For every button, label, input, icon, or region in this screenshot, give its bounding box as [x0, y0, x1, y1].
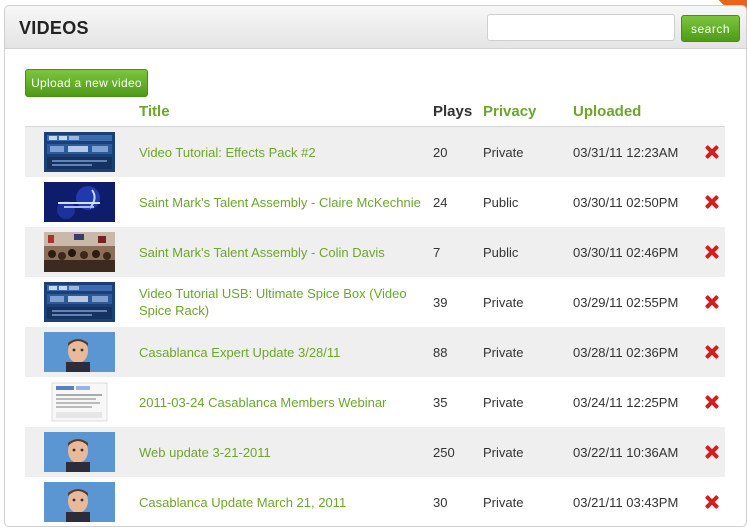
video-title-link[interactable]: Web update 3-21-2011 — [139, 427, 429, 477]
table-row: Web update 3-21-2011 250 Private 03/22/11 1… — [25, 427, 725, 477]
delete-icon[interactable] — [705, 295, 719, 309]
upload-video-button[interactable]: Upload a new video — [25, 69, 148, 97]
video-thumbnail[interactable] — [44, 182, 115, 222]
search-button[interactable]: search — [681, 15, 740, 42]
column-header-privacy[interactable]: Privacy — [483, 103, 536, 120]
delete-icon[interactable] — [705, 195, 719, 209]
video-plays: 250 — [433, 444, 455, 460]
video-title-link[interactable]: Casablanca Expert Update 3/28/11 — [139, 327, 429, 377]
video-uploaded-date: 03/22/11 10:36AM — [573, 444, 679, 460]
video-uploaded-date: 03/30/11 02:50PM — [573, 194, 679, 210]
video-uploaded-date: 03/24/11 12:25PM — [573, 394, 679, 410]
video-plays: 88 — [433, 344, 448, 360]
search-input[interactable] — [487, 14, 675, 41]
video-thumbnail[interactable] — [44, 232, 115, 272]
table-row: 2011-03-24 Casablanca Members Webinar 35 P… — [25, 377, 725, 427]
video-title-link[interactable]: Video Tutorial USB: Ultimate Spice Box (… — [139, 277, 429, 327]
video-plays: 35 — [433, 394, 448, 410]
video-thumbnail[interactable] — [44, 282, 115, 322]
column-header-plays[interactable]: Plays — [433, 103, 472, 120]
delete-icon[interactable] — [705, 495, 719, 509]
video-privacy: Public — [483, 194, 519, 210]
video-thumbnail[interactable] — [44, 482, 115, 522]
video-thumbnail[interactable] — [44, 132, 115, 172]
video-table: Video Tutorial: Effects Pack #2 20 Private… — [25, 127, 725, 527]
delete-icon[interactable] — [705, 445, 719, 459]
video-privacy: Private — [483, 344, 524, 360]
video-plays: 39 — [433, 294, 448, 310]
video-uploaded-date: 03/31/11 12:23AM — [573, 144, 679, 160]
video-title-link[interactable]: Saint Mark's Talent Assembly - Claire Mc… — [139, 177, 429, 227]
video-privacy: Private — [483, 494, 524, 510]
video-title-link[interactable]: Video Tutorial: Effects Pack #2 — [139, 127, 429, 177]
video-privacy: Private — [483, 294, 524, 310]
table-row: Casablanca Expert Update 3/28/11 88 Privat… — [25, 327, 725, 377]
table-row: Video Tutorial: Effects Pack #2 20 Private… — [25, 127, 725, 177]
video-plays: 7 — [433, 244, 441, 260]
column-header-title[interactable]: Title — [139, 103, 170, 120]
video-title-link[interactable]: Saint Mark's Talent Assembly - Colin Dav… — [139, 227, 429, 277]
panel-header: VIDEOS search — [5, 6, 746, 49]
table-row: Video Tutorial USB: Ultimate Spice Box (… — [25, 277, 725, 327]
delete-icon[interactable] — [705, 145, 719, 159]
video-uploaded-date: 03/21/11 03:43PM — [573, 494, 679, 510]
video-thumbnail[interactable] — [44, 382, 115, 422]
video-plays: 24 — [433, 194, 448, 210]
video-uploaded-date: 03/29/11 02:55PM — [573, 294, 679, 310]
delete-icon[interactable] — [705, 395, 719, 409]
video-thumbnail[interactable] — [44, 432, 115, 472]
video-uploaded-date: 03/30/11 02:46PM — [573, 244, 679, 260]
video-privacy: Private — [483, 444, 524, 460]
delete-icon[interactable] — [705, 345, 719, 359]
video-title-link[interactable]: 2011-03-24 Casablanca Members Webinar — [139, 377, 429, 427]
page-title: VIDEOS — [19, 18, 89, 38]
video-privacy: Private — [483, 144, 524, 160]
table-row: Casablanca Update March 21, 2011 30 Privat… — [25, 477, 725, 527]
video-uploaded-date: 03/28/11 02:36PM — [573, 344, 679, 360]
video-thumbnail[interactable] — [44, 332, 115, 372]
column-header-uploaded[interactable]: Uploaded — [573, 103, 641, 120]
video-title-link[interactable]: Casablanca Update March 21, 2011 — [139, 477, 429, 527]
table-row: Saint Mark's Talent Assembly - Colin Dav… — [25, 227, 725, 277]
video-privacy: Private — [483, 394, 524, 410]
video-plays: 30 — [433, 494, 448, 510]
video-plays: 20 — [433, 144, 448, 160]
table-row: Saint Mark's Talent Assembly - Claire Mc… — [25, 177, 725, 227]
delete-icon[interactable] — [705, 245, 719, 259]
video-privacy: Public — [483, 244, 519, 260]
